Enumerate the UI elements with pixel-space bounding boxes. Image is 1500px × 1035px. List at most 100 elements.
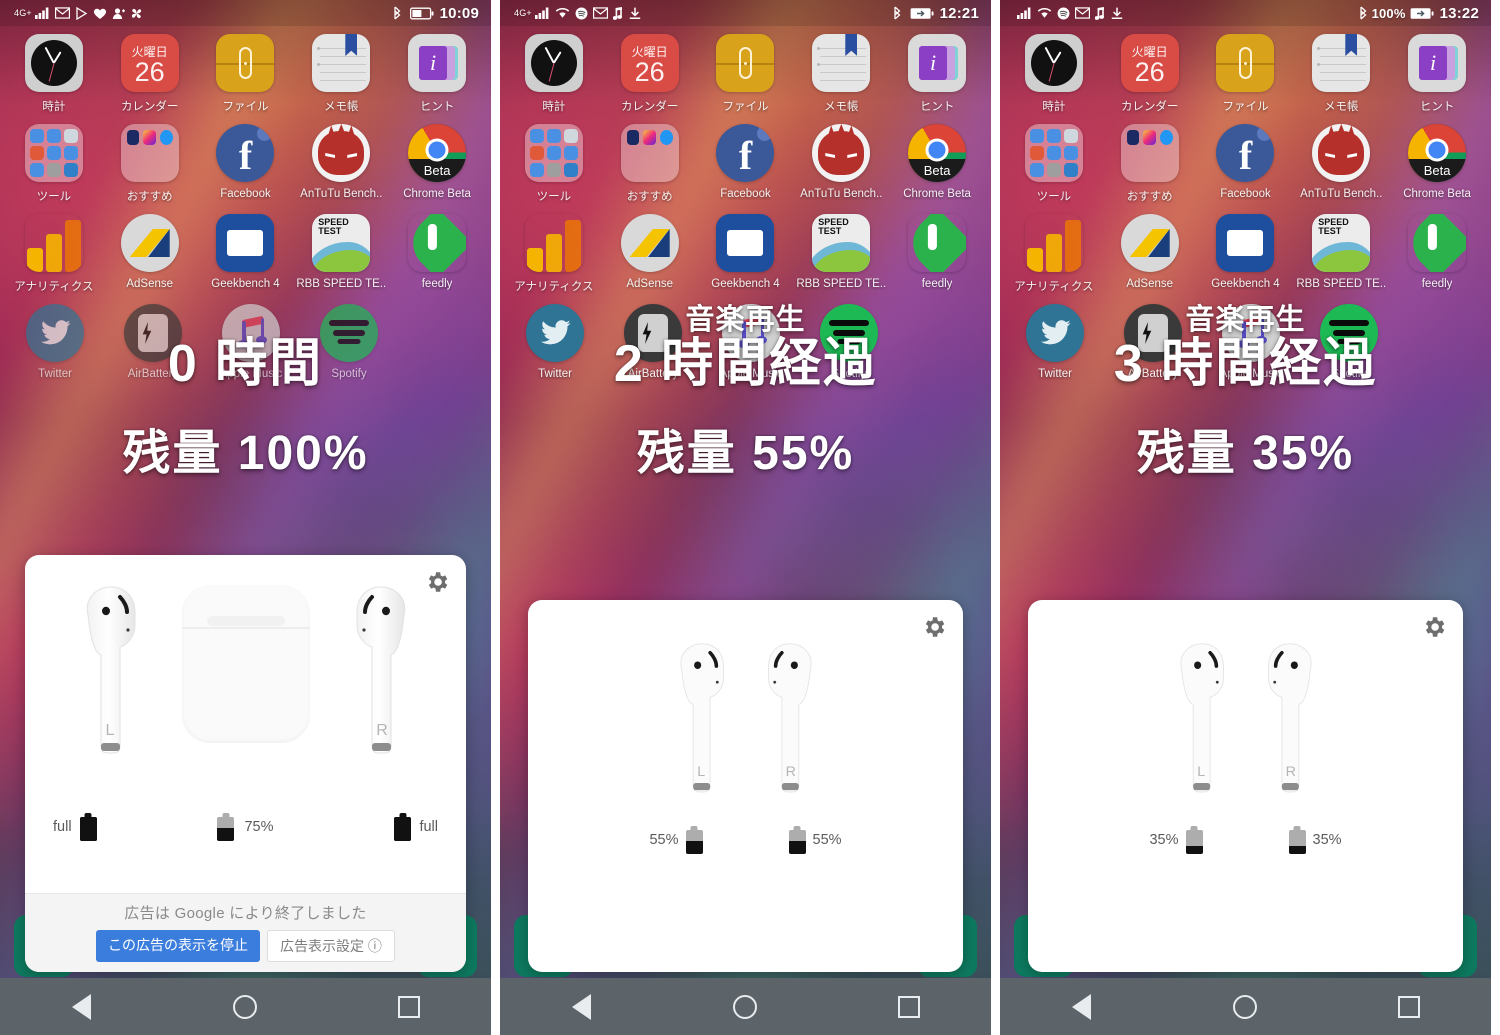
- app-analytics[interactable]: アナリティクス: [511, 214, 597, 294]
- app-chrome-beta[interactable]: Beta Chrome Beta: [1394, 124, 1480, 204]
- app-clock[interactable]: 時計: [11, 34, 97, 114]
- app-files[interactable]: ファイル: [1202, 34, 1288, 114]
- app-label: AnTuTu Bench..: [800, 188, 883, 200]
- app-label: Chrome Beta: [903, 188, 971, 200]
- case-graphic: [181, 585, 310, 743]
- folder-tools[interactable]: ツール: [1011, 124, 1097, 204]
- app-notes[interactable]: メモ帳: [1298, 34, 1384, 114]
- ad-settings-button[interactable]: 広告表示設定 ⓘ: [267, 930, 395, 962]
- app-calendar[interactable]: 火曜日 26 カレンダー: [107, 34, 193, 114]
- back-nav-icon[interactable]: [1052, 987, 1112, 1027]
- app-facebook[interactable]: f Facebook: [202, 124, 288, 204]
- home-nav-icon[interactable]: [715, 987, 775, 1027]
- app-notes[interactable]: メモ帳: [798, 34, 884, 114]
- recents-nav-icon[interactable]: [879, 987, 939, 1027]
- airpods-case: [181, 585, 310, 743]
- gear-icon[interactable]: [921, 614, 947, 640]
- bluetooth-icon: [392, 6, 402, 20]
- app-label: ヒント: [1419, 101, 1455, 113]
- phone-screenshot-3h: 100% 13:22 時計 火曜日 26 カレンダー ファイル メモ帳 i ヒント ツ…: [1000, 0, 1491, 1035]
- signal-icon: [534, 7, 550, 19]
- folder-tools[interactable]: ツール: [11, 124, 97, 204]
- app-calendar[interactable]: 火曜日 26 カレンダー: [607, 34, 693, 114]
- gear-icon[interactable]: [1421, 614, 1447, 640]
- battery-icon: [409, 7, 434, 20]
- left-marker: L: [697, 764, 705, 780]
- app-facebook[interactable]: f Facebook: [702, 124, 788, 204]
- left-airpod-graphic: L: [679, 643, 724, 793]
- app-row-2: ツール おすすめ f Facebook AnTuTu Bench.. Beta Ch…: [0, 124, 491, 204]
- caption-elapsed: 0 時間: [167, 335, 324, 393]
- app-clock[interactable]: 時計: [511, 34, 597, 114]
- right-battery-label: 55%: [812, 832, 842, 848]
- calendar-day: 26: [1134, 56, 1165, 87]
- app-files[interactable]: ファイル: [202, 34, 288, 114]
- battery-row: 35% 35%: [1028, 826, 1463, 854]
- app-facebook[interactable]: f Facebook: [1202, 124, 1288, 204]
- app-feedly[interactable]: feedly: [1394, 214, 1480, 294]
- stop-ad-button[interactable]: この広告の表示を停止: [96, 930, 261, 962]
- airbattery-widget-card[interactable]: L R 55% 55%: [528, 600, 963, 972]
- app-files[interactable]: ファイル: [702, 34, 788, 114]
- app-feedly[interactable]: feedly: [894, 214, 980, 294]
- app-rbb-speed[interactable]: SPEED TEST RBB SPEED TE..: [796, 214, 886, 294]
- app-rbb-speed[interactable]: SPEED TEST RBB SPEED TE..: [1296, 214, 1386, 294]
- folder-recommended[interactable]: おすすめ: [607, 124, 693, 204]
- app-geekbench[interactable]: Geekbench 4: [202, 214, 288, 294]
- app-chrome-beta[interactable]: Beta Chrome Beta: [394, 124, 480, 204]
- clock-app-icon: [24, 34, 83, 92]
- app-label: ファイル: [222, 101, 269, 113]
- clock-app-icon: [524, 34, 583, 92]
- app-clock[interactable]: 時計: [1011, 34, 1097, 114]
- folder-tools[interactable]: ツール: [511, 124, 597, 204]
- right-marker: R: [785, 764, 795, 780]
- app-chrome-beta[interactable]: Beta Chrome Beta: [894, 124, 980, 204]
- gmail-icon: [592, 7, 608, 19]
- app-tips[interactable]: i ヒント: [894, 34, 980, 114]
- app-antutu[interactable]: AnTuTu Bench..: [1298, 124, 1384, 204]
- status-bar: 4G+ 12:21: [500, 0, 991, 26]
- app-adsense[interactable]: AdSense: [107, 214, 193, 294]
- app-tips[interactable]: i ヒント: [1394, 34, 1480, 114]
- app-antutu[interactable]: AnTuTu Bench..: [298, 124, 384, 204]
- app-analytics[interactable]: アナリティクス: [1011, 214, 1097, 294]
- facebook-icon: f: [716, 124, 775, 182]
- facebook-icon: f: [1216, 124, 1275, 182]
- recents-nav-icon[interactable]: [379, 987, 439, 1027]
- app-analytics[interactable]: アナリティクス: [11, 214, 97, 294]
- app-adsense[interactable]: AdSense: [607, 214, 693, 294]
- app-label: カレンダー: [620, 101, 679, 113]
- clock-app-icon: [1024, 34, 1083, 92]
- app-geekbench[interactable]: Geekbench 4: [702, 214, 788, 294]
- app-antutu[interactable]: AnTuTu Bench..: [798, 124, 884, 204]
- recents-nav-icon[interactable]: [1379, 987, 1439, 1027]
- folder-recommended[interactable]: おすすめ: [1107, 124, 1193, 204]
- play-store-icon: [75, 6, 88, 20]
- folder-recommended[interactable]: おすすめ: [107, 124, 193, 204]
- back-nav-icon[interactable]: [52, 987, 112, 1027]
- app-tips[interactable]: i ヒント: [394, 34, 480, 114]
- app-geekbench[interactable]: Geekbench 4: [1202, 214, 1288, 294]
- airbattery-widget-card[interactable]: L R full 75% full 広告は Google により終了しました こ…: [25, 555, 466, 972]
- back-nav-icon[interactable]: [552, 987, 612, 1027]
- app-row-3: アナリティクス AdSense Geekbench 4 SPEED TEST RB…: [0, 214, 491, 294]
- app-notes[interactable]: メモ帳: [298, 34, 384, 114]
- right-airpod: R: [757, 642, 821, 808]
- app-label: ファイル: [722, 101, 769, 113]
- app-label: AnTuTu Bench..: [1300, 188, 1383, 200]
- app-rbb-speed[interactable]: SPEED TEST RBB SPEED TE..: [296, 214, 386, 294]
- folder-recommended-icon: [120, 124, 179, 182]
- home-nav-icon[interactable]: [215, 987, 275, 1027]
- notes-app-icon: [1312, 34, 1371, 92]
- airbattery-widget-card[interactable]: L R 35% 35%: [1028, 600, 1463, 972]
- antutu-icon: [1312, 124, 1371, 182]
- calendar-app-icon: 火曜日 26: [620, 34, 679, 92]
- left-battery-group: 55%: [649, 826, 703, 854]
- app-adsense[interactable]: AdSense: [1107, 214, 1193, 294]
- home-nav-icon[interactable]: [1215, 987, 1275, 1027]
- app-feedly[interactable]: feedly: [394, 214, 480, 294]
- app-calendar[interactable]: 火曜日 26 カレンダー: [1107, 34, 1193, 114]
- left-battery-label: full: [53, 819, 72, 835]
- status-clock: 12:21: [939, 4, 979, 22]
- folder-tools-icon: [524, 124, 583, 182]
